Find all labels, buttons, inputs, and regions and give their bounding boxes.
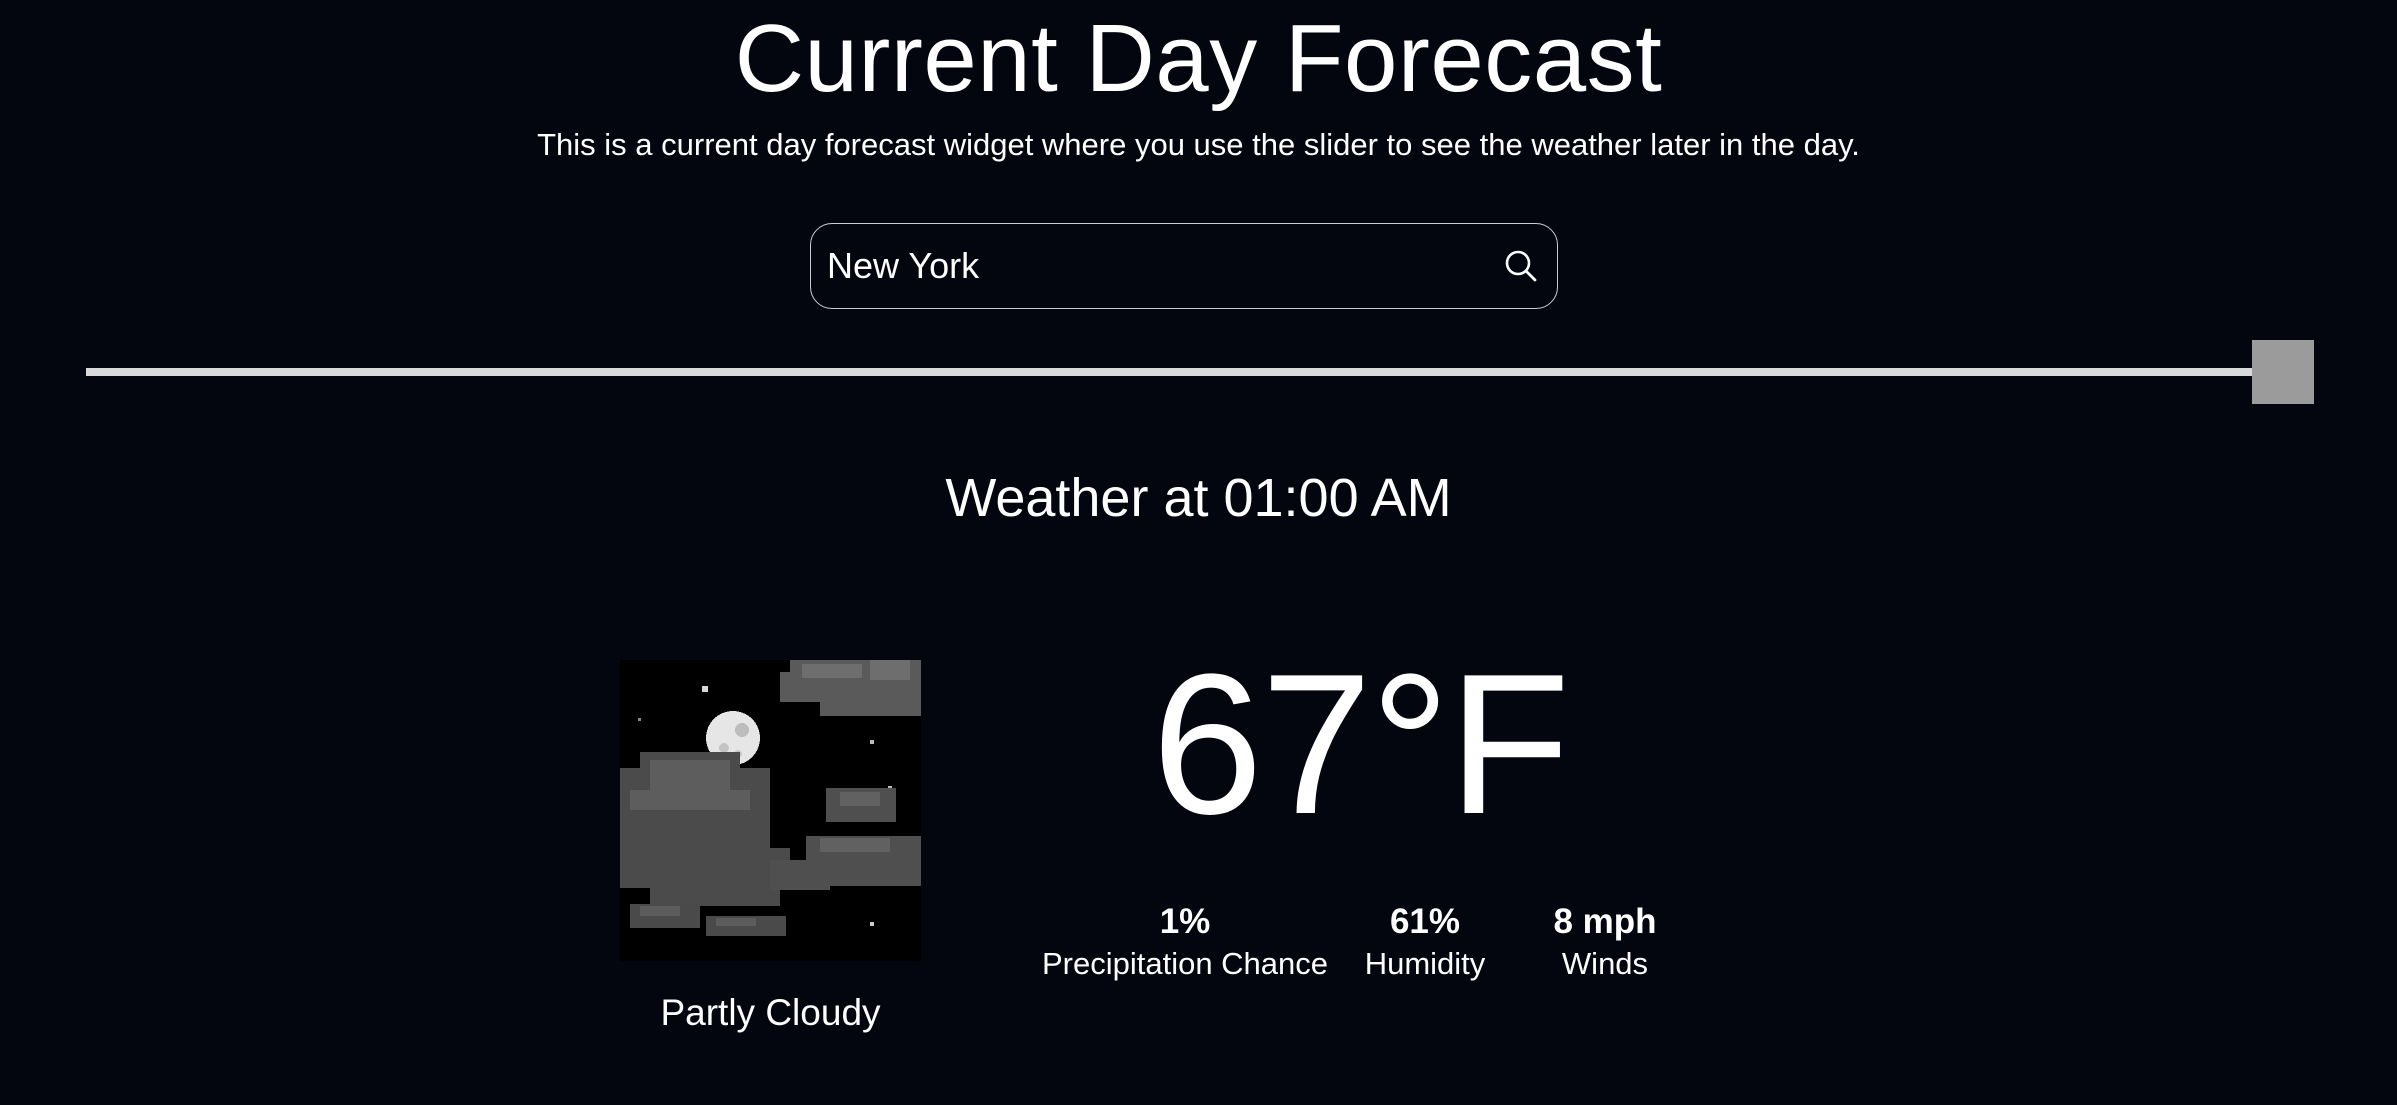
page-title: Current Day Forecast: [734, 5, 1663, 112]
slider-fill: [86, 368, 2283, 376]
search-button[interactable]: [1499, 244, 1543, 288]
partly-cloudy-night-icon: [620, 660, 921, 961]
forecast-page: Current Day Forecast This is a current d…: [0, 0, 2397, 1105]
temperature: 67°F: [1151, 633, 1571, 856]
winds-stat: 8 mph Winds: [1520, 900, 1690, 984]
search-icon: [1505, 250, 1537, 282]
humidity-value: 61%: [1389, 902, 1461, 941]
page-subtitle: This is a current day forecast widget wh…: [537, 127, 1860, 162]
humidity-label: Humidity: [1364, 946, 1486, 981]
precipitation-stat: 1% Precipitation Chance: [1030, 900, 1340, 984]
precipitation-value: 1%: [1159, 902, 1211, 941]
weather-time-heading: Weather at 01:00 AM: [945, 468, 1452, 528]
slider-thumb[interactable]: [2252, 340, 2314, 404]
winds-label: Winds: [1561, 946, 1649, 981]
search-box: [810, 223, 1558, 309]
humidity-stat: 61% Humidity: [1350, 900, 1500, 984]
time-slider[interactable]: [86, 340, 2314, 404]
search-input[interactable]: [827, 224, 1467, 307]
precipitation-label: Precipitation Chance: [1041, 946, 1329, 981]
weather-condition: Partly Cloudy: [660, 992, 881, 1033]
winds-value: 8 mph: [1553, 902, 1657, 941]
